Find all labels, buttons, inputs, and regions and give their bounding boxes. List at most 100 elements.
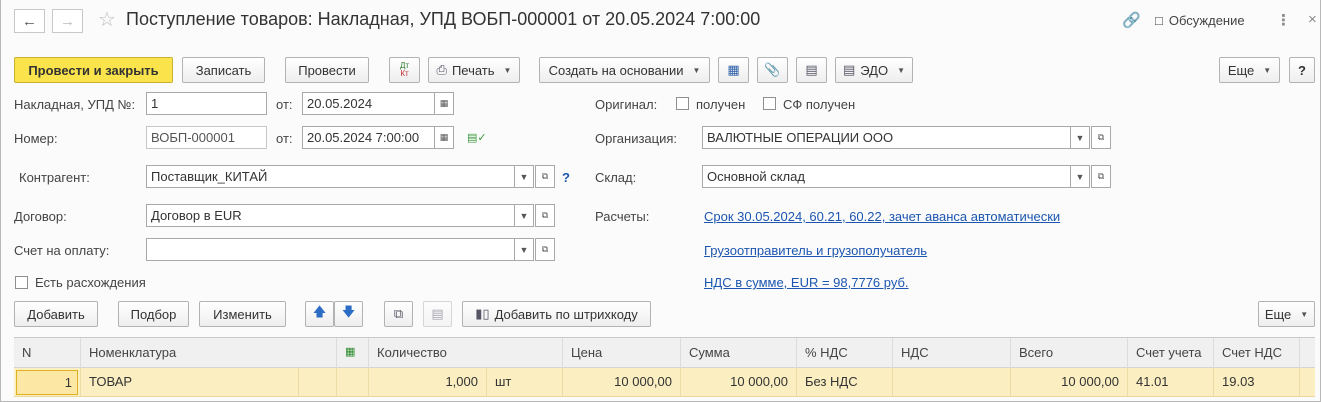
spreadsheet-icon[interactable]: ▦ — [336, 338, 368, 369]
link-icon[interactable]: 🔗 — [1122, 11, 1141, 29]
table-row[interactable]: 1 ТОВАР 1,000 шт 10 000,00 10 000,00 Без… — [14, 368, 1315, 397]
col-header-vat-rate[interactable]: % НДС — [796, 338, 892, 369]
chevron-down-icon: ▼ — [1300, 309, 1309, 319]
col-header-sum[interactable]: Сумма — [680, 338, 796, 369]
cell-total[interactable]: 10 000,00 — [1010, 368, 1127, 397]
structure-icon[interactable]: ▦ — [718, 57, 749, 83]
chevron-down-icon: ▼ — [1263, 65, 1272, 75]
post-and-close-button[interactable]: Провести и закрыть — [14, 57, 173, 83]
print-button[interactable]: ⎙ Печать ▼ — [428, 57, 520, 83]
paperclip-icon[interactable]: 📎 — [757, 57, 788, 83]
number-field[interactable]: ВОБП-000001 — [146, 126, 267, 149]
col-header-vat[interactable]: НДС — [892, 338, 1010, 369]
forward-arrow-icon[interactable]: → — [52, 9, 83, 33]
payment-invoice-field[interactable] — [146, 238, 515, 261]
change-button[interactable]: Изменить — [199, 301, 286, 327]
table-header: N Номенклатура ▦ Количество Цена Сумма %… — [14, 337, 1315, 369]
more-vertical-icon[interactable]: ⋮ — [1276, 11, 1291, 29]
cell-item[interactable]: ТОВАР — [80, 368, 298, 397]
open-icon[interactable]: ⧉ — [535, 204, 555, 227]
chevron-down-icon[interactable]: ▼ — [514, 204, 534, 227]
document-list-icon[interactable]: ▤ — [796, 57, 827, 83]
col-header-total[interactable]: Всего — [1010, 338, 1127, 369]
counterparty-field[interactable]: Поставщик_КИТАЙ — [146, 165, 515, 188]
help-button[interactable]: ? — [1289, 57, 1315, 83]
cell-unit[interactable]: шт — [486, 368, 562, 397]
add-by-barcode-label: Добавить по штрихкоду — [494, 306, 638, 322]
col-header-overflow — [1299, 338, 1315, 369]
cell-vat-rate[interactable]: Без НДС — [796, 368, 892, 397]
open-icon[interactable]: ⧉ — [535, 238, 555, 261]
favorite-star-icon[interactable]: ☆ — [98, 7, 116, 32]
move-down-icon[interactable]: 🡇 — [334, 301, 363, 327]
edo-button[interactable]: ▤ ЭДО ▼ — [835, 57, 913, 83]
more-button[interactable]: Еще ▼ — [1219, 57, 1280, 83]
cell-vat[interactable] — [892, 368, 1010, 397]
edo-icon: ▤ — [842, 62, 856, 77]
dt-kt-button[interactable]: Дт Кт — [389, 57, 420, 83]
vat-amount-link[interactable]: НДС в сумме, EUR = 98,7776 руб. — [704, 275, 909, 290]
add-row-button[interactable]: Добавить — [14, 301, 98, 327]
discrepancies-checkbox[interactable] — [15, 276, 28, 289]
sf-received-checkbox[interactable] — [763, 97, 776, 110]
invoice-number-field[interactable]: 1 — [146, 92, 267, 115]
back-arrow-icon[interactable]: ← — [14, 9, 45, 33]
chevron-down-icon[interactable]: ▼ — [514, 165, 534, 188]
settlements-link[interactable]: Срок 30.05.2024, 60.21, 60.22, зачет ава… — [704, 209, 1060, 224]
move-up-icon[interactable]: 🡅 — [305, 301, 334, 327]
cell-sum[interactable]: 10 000,00 — [680, 368, 796, 397]
chevron-down-icon[interactable]: ▼ — [1070, 165, 1090, 188]
page-title: Поступление товаров: Накладная, УПД ВОБП… — [126, 9, 761, 29]
chevron-down-icon[interactable]: ▼ — [1070, 126, 1090, 149]
col-header-account[interactable]: Счет учета — [1127, 338, 1213, 369]
number-edit-check-icon[interactable]: ▤✓ — [467, 131, 487, 144]
cell-price[interactable]: 10 000,00 — [562, 368, 680, 397]
col-header-price[interactable]: Цена — [562, 338, 680, 369]
open-icon[interactable]: ⧉ — [1091, 165, 1111, 188]
chevron-down-icon[interactable]: ▼ — [514, 238, 534, 261]
add-by-barcode-button[interactable]: ▮▯ Добавить по штрихкоду — [462, 301, 651, 327]
print-label: Печать — [451, 62, 495, 78]
col-header-vat-account[interactable]: Счет НДС — [1213, 338, 1299, 369]
col-header-nomenclature[interactable]: Номенклатура — [80, 338, 336, 369]
discussion-label: Обсуждение — [1168, 13, 1245, 28]
discussion-button[interactable]: □ Обсуждение — [1155, 13, 1245, 28]
create-based-on-label: Создать на основании — [548, 62, 684, 78]
organization-label: Организация: — [595, 131, 678, 146]
close-icon[interactable]: × — [1308, 11, 1317, 28]
chat-icon: □ — [1155, 13, 1163, 28]
cell-vat-account[interactable]: 19.03 — [1213, 368, 1299, 397]
cell-item-extra[interactable] — [298, 368, 336, 397]
cell-account[interactable]: 41.01 — [1127, 368, 1213, 397]
warehouse-field[interactable]: Основной склад — [702, 165, 1071, 188]
col-header-quantity[interactable]: Количество — [368, 338, 562, 369]
save-button[interactable]: Записать — [182, 57, 265, 83]
calendar-icon[interactable]: ▦ — [434, 92, 454, 115]
selection-button[interactable]: Подбор — [118, 301, 189, 327]
original-received-checkbox[interactable] — [676, 97, 689, 110]
number-label: Номер: — [14, 131, 58, 146]
open-icon[interactable]: ⧉ — [1091, 126, 1111, 149]
table-more-button[interactable]: Еще ▼ — [1258, 301, 1315, 327]
post-button[interactable]: Провести — [285, 57, 369, 83]
open-icon[interactable]: ⧉ — [535, 165, 555, 188]
number-date-field[interactable]: 20.05.2024 7:00:00 — [302, 126, 435, 149]
shipper-consignee-link[interactable]: Грузоотправитель и грузополучатель — [704, 243, 927, 258]
sf-received-label: СФ получен — [783, 97, 856, 112]
contract-field[interactable]: Договор в EUR — [146, 204, 515, 227]
calendar-icon[interactable]: ▦ — [434, 126, 454, 149]
cell-marker — [336, 368, 368, 397]
cell-n[interactable]: 1 — [14, 368, 80, 397]
help-mark[interactable]: ? — [562, 170, 570, 185]
chevron-down-icon: ▼ — [897, 65, 906, 75]
paste-icon[interactable]: ▤ — [423, 301, 452, 327]
original-received-label: получен — [696, 97, 746, 112]
printer-icon: ⎙ — [436, 62, 447, 77]
invoice-date-field[interactable]: 20.05.2024 — [302, 92, 435, 115]
copy-icon[interactable]: ⧉ — [384, 301, 413, 327]
col-header-n[interactable]: N — [14, 338, 80, 369]
invoice-number-label: Накладная, УПД №: — [14, 97, 136, 112]
organization-field[interactable]: ВАЛЮТНЫЕ ОПЕРАЦИИ ООО — [702, 126, 1071, 149]
create-based-on-button[interactable]: Создать на основании ▼ — [539, 57, 710, 83]
cell-quantity[interactable]: 1,000 — [368, 368, 486, 397]
